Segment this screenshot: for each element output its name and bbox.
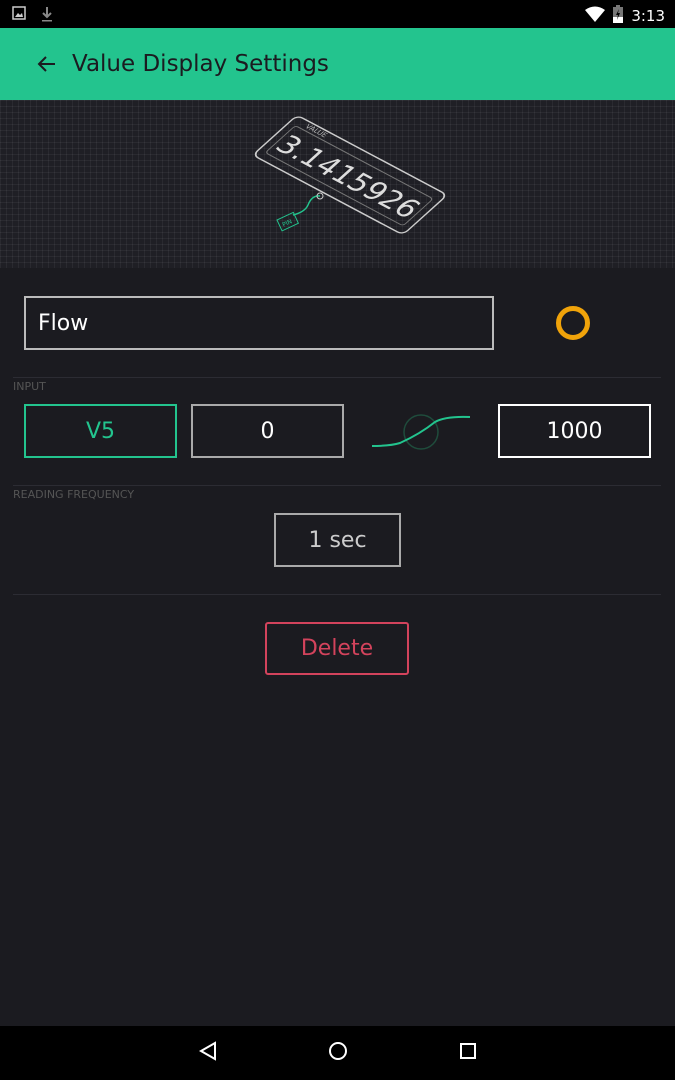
pin-select-button[interactable]: V5 bbox=[24, 404, 177, 458]
mapping-curve-icon bbox=[370, 410, 474, 458]
image-notification-icon bbox=[12, 6, 26, 26]
app-bar: Value Display Settings bbox=[0, 28, 675, 100]
min-value-input[interactable]: 0 bbox=[191, 404, 344, 458]
frequency-section-label: READING FREQUENCY bbox=[13, 488, 135, 501]
download-notification-icon bbox=[40, 6, 54, 26]
name-input[interactable]: Flow bbox=[24, 296, 494, 350]
pin-value: V5 bbox=[85, 418, 116, 444]
hero-pin: PIN bbox=[281, 218, 293, 229]
name-value: Flow bbox=[38, 310, 89, 336]
divider bbox=[13, 485, 661, 486]
back-nav-icon[interactable] bbox=[198, 1041, 218, 1065]
frequency-value: 1 sec bbox=[308, 527, 367, 553]
divider bbox=[13, 594, 661, 595]
back-button[interactable] bbox=[26, 44, 66, 84]
battery-icon bbox=[613, 5, 624, 27]
widget-illustration: VALUE 3.1415926 PIN bbox=[0, 100, 675, 268]
max-value-input[interactable]: 1000 bbox=[498, 404, 651, 458]
clock: 3:13 bbox=[631, 7, 665, 25]
page-title: Value Display Settings bbox=[72, 51, 329, 77]
status-bar: 3:13 bbox=[0, 0, 675, 28]
divider bbox=[13, 377, 661, 378]
recents-nav-icon[interactable] bbox=[458, 1041, 478, 1065]
delete-label: Delete bbox=[300, 636, 374, 661]
value-display-illustration: VALUE 3.1415926 PIN bbox=[254, 116, 446, 234]
arrow-left-icon bbox=[37, 56, 55, 72]
home-nav-icon[interactable] bbox=[328, 1041, 348, 1065]
color-picker-button[interactable] bbox=[556, 306, 590, 340]
delete-button[interactable]: Delete bbox=[265, 622, 409, 675]
max-value: 1000 bbox=[546, 418, 603, 444]
input-section-label: INPUT bbox=[13, 380, 46, 393]
frequency-select-button[interactable]: 1 sec bbox=[274, 513, 401, 567]
navigation-bar bbox=[0, 1026, 675, 1080]
min-value: 0 bbox=[260, 418, 275, 444]
wifi-icon bbox=[585, 6, 606, 26]
